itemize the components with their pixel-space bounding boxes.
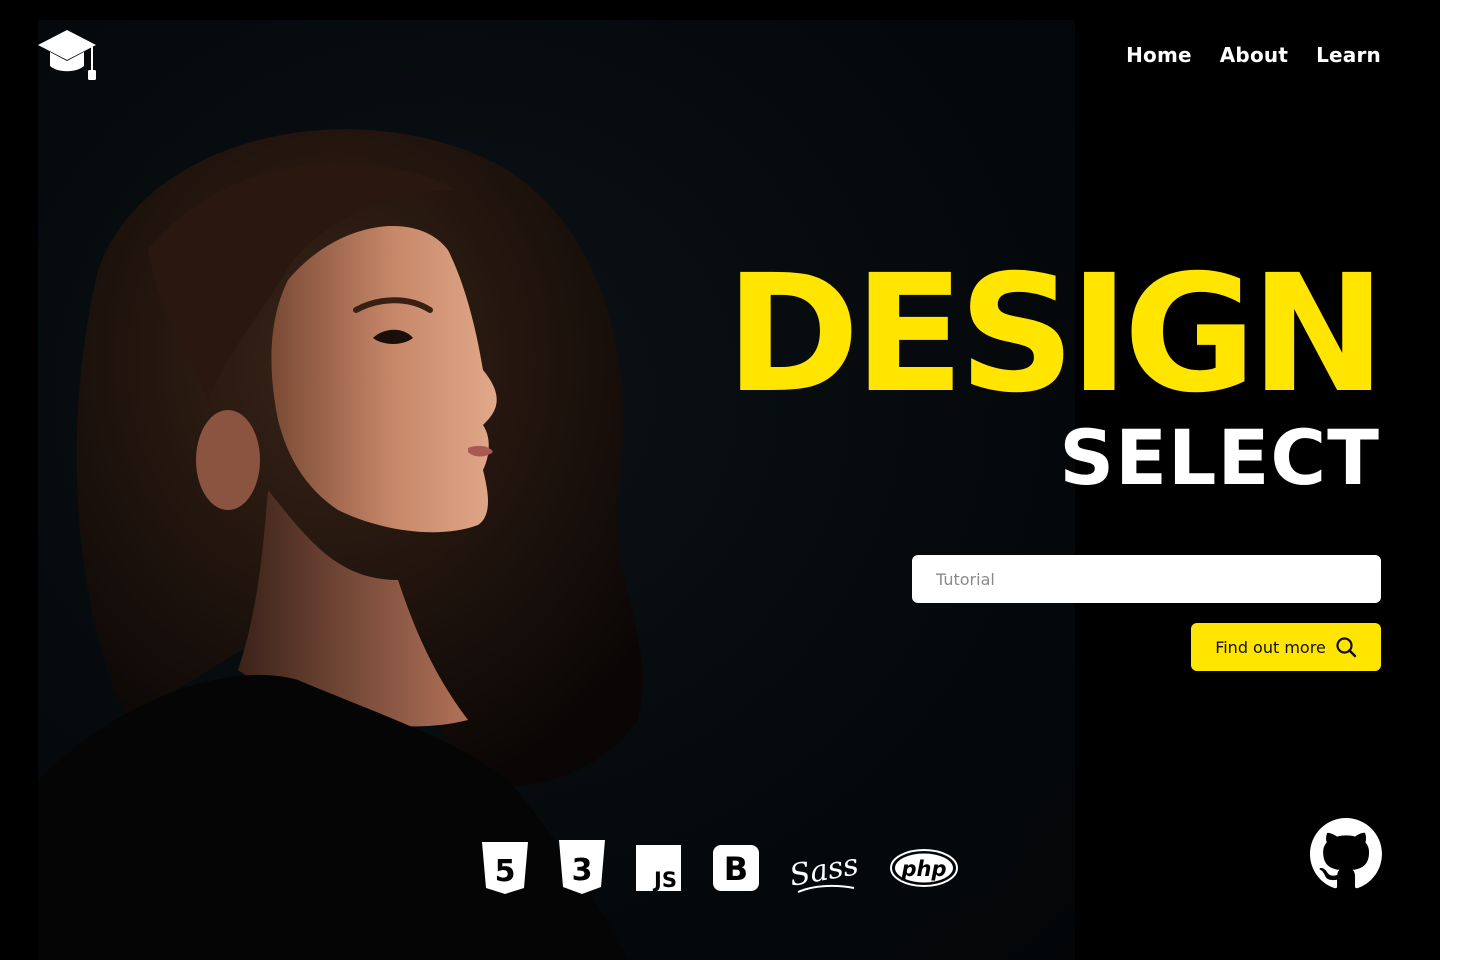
github-link[interactable] bbox=[1310, 818, 1382, 890]
find-out-more-label: Find out more bbox=[1215, 637, 1326, 657]
sass-icon: Sass bbox=[788, 847, 860, 893]
html5-icon: 5 bbox=[482, 842, 528, 894]
nav-link-home[interactable]: Home bbox=[1126, 42, 1192, 68]
hero-title: DESIGN bbox=[725, 241, 1386, 429]
javascript-icon: JS bbox=[636, 845, 681, 891]
hero-portrait-image bbox=[38, 20, 1075, 960]
graduation-cap-logo[interactable] bbox=[36, 28, 98, 82]
nav-link-about[interactable]: About bbox=[1220, 42, 1288, 68]
github-icon bbox=[1310, 818, 1382, 889]
html5-label: 5 bbox=[495, 854, 516, 889]
nav-link-learn[interactable]: Learn bbox=[1316, 42, 1381, 68]
bootstrap-label: B bbox=[724, 850, 748, 888]
php-label: php bbox=[900, 857, 946, 881]
landing-page: Home About Learn DESIGN SELECT Find out … bbox=[0, 0, 1440, 960]
javascript-label: JS bbox=[652, 868, 677, 891]
main-nav: Home About Learn bbox=[1126, 42, 1381, 68]
css3-label: 3 bbox=[572, 853, 593, 888]
php-icon: php bbox=[890, 849, 958, 887]
graduation-cap-icon bbox=[38, 30, 96, 80]
bootstrap-icon: B bbox=[713, 845, 759, 891]
find-out-more-button[interactable]: Find out more bbox=[1191, 623, 1381, 671]
portrait-illustration bbox=[38, 129, 643, 960]
css3-icon: 3 bbox=[559, 840, 605, 894]
tutorial-search-input[interactable] bbox=[912, 555, 1381, 603]
search-icon bbox=[1336, 637, 1356, 658]
hero-subtitle: SELECT bbox=[1059, 413, 1380, 502]
